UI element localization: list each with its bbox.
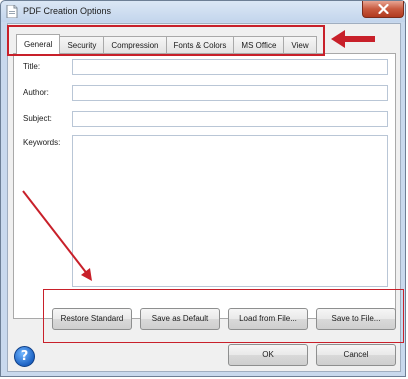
ok-button[interactable]: OK [228,344,308,366]
close-icon [378,4,389,14]
general-tab-panel: Title: Author: Subject: Keywords: [13,53,396,319]
tab-compression[interactable]: Compression [104,36,167,53]
title-field[interactable] [72,59,388,75]
dialog-client-area: General Security Compression Fonts & Col… [7,23,401,372]
subject-label: Subject: [23,114,52,123]
title-bar[interactable]: PDF Creation Options [1,1,405,22]
help-button[interactable]: ? [14,346,35,367]
tab-security[interactable]: Security [60,36,105,53]
keywords-label: Keywords: [23,138,61,147]
tab-strip: General Security Compression Fonts & Col… [16,34,317,54]
save-to-file-button[interactable]: Save to File... [316,308,396,330]
load-from-file-button[interactable]: Load from File... [228,308,308,330]
subject-field[interactable] [72,111,388,127]
author-label: Author: [23,88,49,97]
close-button[interactable] [362,1,404,18]
save-as-default-button[interactable]: Save as Default [140,308,220,330]
title-label: Title: [23,62,41,71]
restore-standard-button[interactable]: Restore Standard [52,308,132,330]
window-title: PDF Creation Options [23,6,112,16]
keywords-field[interactable] [72,135,388,287]
tab-fonts-colors[interactable]: Fonts & Colors [166,36,235,53]
tab-view[interactable]: View [284,36,317,53]
dialog-window: PDF Creation Options General Security Co… [0,0,406,377]
pdf-printer-icon [6,4,18,19]
tab-general[interactable]: General [16,34,61,54]
help-icon: ? [20,349,29,364]
tab-ms-office[interactable]: MS Office [234,36,285,53]
cancel-button[interactable]: Cancel [316,344,396,366]
author-field[interactable] [72,85,388,101]
